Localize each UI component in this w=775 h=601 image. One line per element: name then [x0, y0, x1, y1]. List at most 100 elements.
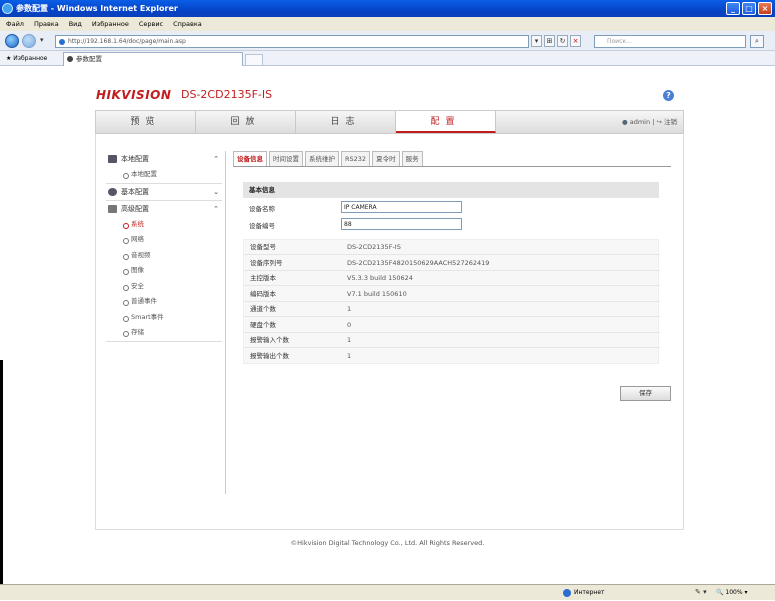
tab-time-settings[interactable]: 时间设置 — [269, 151, 303, 166]
info-label: 主控版本 — [250, 274, 276, 282]
chevron-up-icon: ⌃ — [213, 155, 219, 163]
nav-playback[interactable]: 回放 — [196, 111, 296, 133]
info-row: 设备序列号 DS-2CD2135F4820150629AACH527262419 — [244, 256, 660, 271]
sidebar: 本地配置 ⌃ 本地配置 基本配置 ⌄ 高级配置 ⌃ 系统 网络 音视频 图像 安… — [103, 151, 226, 494]
sidebar-item-storage[interactable]: 存储 — [103, 325, 225, 341]
sidebar-item-system[interactable]: 系统 — [103, 217, 225, 233]
tab-maintenance[interactable]: 系统维护 — [305, 151, 339, 166]
sidebar-item-network[interactable]: 网络 — [103, 232, 225, 248]
device-name-row: 设备名称 — [243, 201, 659, 217]
menu-help[interactable]: Справка — [173, 17, 202, 31]
sidebar-group-label: 本地配置 — [121, 155, 149, 163]
user-icon: ● — [621, 118, 628, 126]
info-label: 编码版本 — [250, 289, 276, 298]
menu-bar: Файл Правка Вид Избранное Сервис Справка — [0, 17, 775, 31]
username: admin — [629, 118, 651, 126]
info-value: 0 — [347, 320, 352, 329]
info-row: 编码版本 V7.1 build 150610 — [244, 287, 660, 302]
zoom-value: 100% — [725, 589, 743, 596]
device-name-input[interactable] — [341, 201, 462, 213]
tab-service[interactable]: 服务 — [401, 151, 423, 166]
protected-mode-icon[interactable]: ✎ ▾ — [695, 588, 707, 596]
info-row: 报警输出个数 1 — [244, 349, 660, 364]
copyright: ©Hikvision Digital Technology Co., Ltd. … — [290, 539, 485, 547]
info-row: 设备型号 DS-2CD2135F-IS — [244, 240, 660, 255]
sidebar-group-local[interactable]: 本地配置 ⌃ — [103, 151, 225, 167]
internet-zone[interactable]: Интернет — [562, 585, 605, 601]
info-label: 设备型号 — [250, 243, 276, 251]
help-icon[interactable]: ? — [663, 90, 674, 101]
chevron-up-icon: ⌃ — [213, 204, 219, 213]
favorites-bar: ★ Избранное 参数配置 — [0, 51, 775, 66]
info-label: 报警输出个数 — [250, 351, 289, 360]
tab-title: 参数配置 — [76, 55, 102, 63]
device-number-input[interactable] — [341, 218, 462, 230]
url-input[interactable]: http://192.168.1.64/doc/page/main.asp — [55, 35, 529, 48]
zoom-level[interactable]: 🔍 100% ▾ — [716, 585, 747, 601]
gear-icon — [108, 187, 117, 196]
menu-view[interactable]: Вид — [69, 17, 82, 31]
sidebar-group-basic[interactable]: 基本配置 ⌄ — [103, 184, 225, 200]
info-value: 1 — [347, 351, 352, 360]
info-value: DS-2CD2135F4820150629AACH527262419 — [347, 258, 490, 267]
browser-tab[interactable]: 参数配置 — [63, 52, 243, 66]
user-separator: | — [652, 118, 655, 126]
forward-icon[interactable] — [22, 34, 36, 48]
info-label: 设备序列号 — [250, 258, 283, 267]
sidebar-item-local-config[interactable]: 本地配置 — [103, 167, 225, 183]
search-input[interactable]: Поиск... — [594, 35, 746, 48]
search-icon[interactable]: ⌕ — [750, 35, 764, 48]
sidebar-group-label: 高级配置 — [121, 204, 149, 213]
info-value: DS-2CD2135F-IS — [347, 243, 401, 251]
close-button[interactable]: × — [758, 2, 772, 15]
sidebar-group-advanced[interactable]: 高级配置 ⌃ — [103, 201, 225, 217]
tab-rs232[interactable]: RS232 — [341, 151, 371, 166]
refresh-icon[interactable]: ↻ — [557, 35, 568, 47]
maximize-button[interactable]: □ — [742, 2, 756, 15]
info-row: 报警输入个数 1 — [244, 333, 660, 348]
menu-favorites[interactable]: Избранное — [92, 17, 129, 31]
sidebar-group-label: 基本配置 — [121, 187, 149, 196]
info-row: 通道个数 1 — [244, 302, 660, 317]
logout-link[interactable]: 注销 — [664, 118, 677, 126]
menu-tools[interactable]: Сервис — [139, 17, 163, 31]
history-chevron-icon[interactable]: ▾ — [40, 36, 44, 44]
info-label: 报警输入个数 — [250, 336, 289, 344]
page-content: HIKVISION DS-2CD2135F-IS ? 预览 回放 日志 配置 ●… — [0, 67, 775, 584]
minimize-button[interactable]: _ — [726, 2, 740, 15]
status-bar: Интернет ✎ ▾ 🔍 100% ▾ — [0, 584, 775, 600]
nav-preview[interactable]: 预览 — [96, 111, 196, 133]
sidebar-item-basic-event[interactable]: 普通事件 — [103, 294, 225, 310]
tab-dst[interactable]: 夏令时 — [372, 151, 400, 166]
sidebar-item-security[interactable]: 安全 — [103, 279, 225, 295]
device-number-row: 设备编号 — [243, 218, 659, 234]
info-value: V5.3.3 build 150624 — [347, 274, 413, 282]
info-row: 硬盘个数 0 — [244, 318, 660, 333]
tab-device-info[interactable]: 设备信息 — [233, 151, 267, 166]
user-box: ● admin | ↪ 注销 — [622, 111, 677, 133]
chevron-down-icon: ⌄ — [213, 187, 219, 196]
device-model-title: DS-2CD2135F-IS — [181, 88, 273, 101]
compat-view-icon[interactable]: ⊞ — [544, 35, 555, 47]
address-bar: ▾ http://192.168.1.64/doc/page/main.asp … — [0, 31, 775, 51]
favorites-button[interactable]: ★ Избранное — [6, 51, 47, 66]
window-titlebar: 参数配置 - Windows Internet Explorer _ □ × — [0, 0, 775, 17]
nav-config[interactable]: 配置 — [396, 111, 496, 133]
monitor-icon — [108, 155, 117, 163]
info-value: V7.1 build 150610 — [347, 289, 407, 298]
menu-file[interactable]: Файл — [6, 17, 24, 31]
info-row: 主控版本 V5.3.3 build 150624 — [244, 271, 660, 286]
nav-log[interactable]: 日志 — [296, 111, 396, 133]
sidebar-item-video-audio[interactable]: 音视频 — [103, 248, 225, 264]
subtabs: 设备信息 时间设置 系统维护 RS232 夏令时 服务 — [233, 151, 671, 167]
url-dropdown-icon[interactable]: ▾ — [531, 35, 542, 47]
info-label: 硬盘个数 — [250, 320, 276, 329]
new-tab-button[interactable] — [245, 54, 263, 66]
menu-edit[interactable]: Правка — [34, 17, 59, 31]
save-button[interactable]: 保存 — [620, 386, 671, 401]
info-label: 通道个数 — [250, 305, 276, 313]
sidebar-item-image[interactable]: 图像 — [103, 263, 225, 279]
back-icon[interactable] — [5, 34, 19, 48]
stop-icon[interactable]: × — [570, 35, 581, 47]
sidebar-item-smart-event[interactable]: Smart事件 — [103, 310, 225, 326]
